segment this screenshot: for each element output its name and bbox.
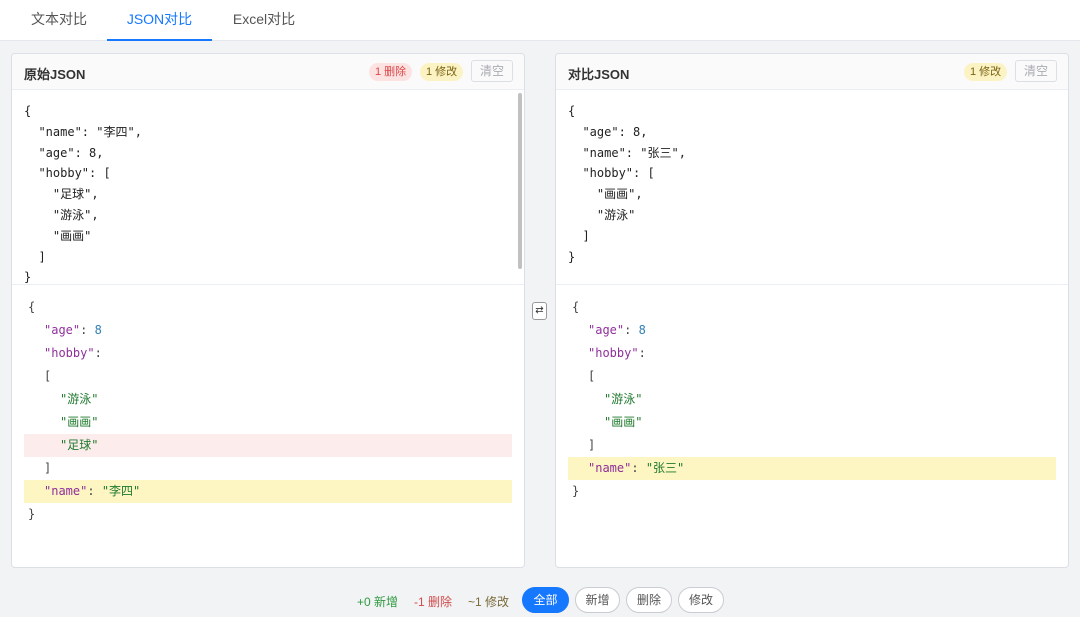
tab-excel-compare[interactable]: Excel对比	[216, 0, 312, 41]
diff-token: [	[44, 369, 52, 383]
editor-scrollbar[interactable]	[518, 93, 522, 269]
diff-line: ]	[24, 457, 512, 480]
diff-line-content: {	[24, 300, 35, 314]
diff-token: "游泳"	[604, 392, 643, 406]
diff-line: "画画"	[568, 411, 1056, 434]
modified-count: ~1 修改	[468, 595, 510, 609]
json-editor[interactable]: { "age": 8, "name": "张三", "hobby": [ "画画…	[556, 90, 1068, 285]
diff-line: "hobby":	[568, 342, 1056, 365]
diff-token: ]	[588, 438, 596, 452]
diff-line: "画画"	[24, 411, 512, 434]
panel-header: 原始JSON 1 删除 1 修改 清空	[12, 54, 524, 90]
diff-line-content: {	[568, 300, 579, 314]
diff-line-content: "游泳"	[568, 392, 642, 406]
diff-line-content: "name": "张三"	[568, 461, 684, 475]
filter-added-button[interactable]: 新增	[575, 587, 620, 613]
clear-button[interactable]: 清空	[471, 60, 514, 82]
diff-line: "hobby":	[24, 342, 512, 365]
filter-all-button[interactable]: 全部	[522, 587, 569, 613]
original-json-panel: 原始JSON 1 删除 1 修改 清空 { "name": "李四", "age…	[11, 53, 525, 568]
diff-line-content: "age": 8	[24, 323, 102, 337]
diff-line-content: "age": 8	[568, 323, 646, 337]
diff-line-content: }	[24, 507, 35, 521]
diff-line: "游泳"	[568, 388, 1056, 411]
modify-count-badge: 1 修改	[420, 63, 464, 81]
diff-token: }	[28, 507, 36, 521]
diff-token: :	[80, 323, 95, 337]
diff-line: [	[24, 365, 512, 388]
diff-token: {	[28, 300, 36, 314]
diff-token: :	[87, 484, 102, 498]
diff-line-content: "name": "李四"	[24, 484, 140, 498]
diff-line: {	[568, 296, 1056, 319]
diff-line-content: "游泳"	[24, 392, 98, 406]
diff-token: "hobby"	[44, 346, 95, 360]
diff-token: "age"	[44, 323, 81, 337]
diff-token: "张三"	[645, 461, 685, 475]
filter-deleted-button[interactable]: 删除	[626, 587, 672, 613]
modify-count-badge: 1 修改	[964, 63, 1008, 81]
diff-token: 8	[638, 323, 646, 337]
diff-token: [	[588, 369, 596, 383]
diff-token: "游泳"	[60, 392, 99, 406]
diff-line: "age": 8	[568, 319, 1056, 342]
compare-json-panel: 对比JSON 1 修改 清空 { "age": 8, "name": "张三",…	[555, 53, 1069, 568]
diff-line-content: [	[24, 369, 51, 383]
diff-token: "name"	[588, 461, 632, 475]
diff-line: }	[568, 480, 1056, 503]
diff-token: }	[572, 484, 580, 498]
diff-token: "name"	[44, 484, 88, 498]
diff-line-content: "画画"	[568, 415, 642, 429]
diff-token: "画画"	[604, 415, 643, 429]
diff-token: "李四"	[101, 484, 141, 498]
diff-line-deleted: "足球"	[24, 434, 512, 457]
diff-line-modified: "name": "李四"	[24, 480, 512, 503]
diff-line-content: "hobby":	[24, 346, 102, 360]
diff-line-content: ]	[24, 461, 51, 475]
diff-line-content: ]	[568, 438, 595, 452]
diff-token: :	[631, 461, 646, 475]
tab-bar: 文本对比 JSON对比 Excel对比	[0, 0, 1080, 41]
diff-line: "age": 8	[24, 319, 512, 342]
diff-line-content: }	[568, 484, 579, 498]
editor-content[interactable]: { "name": "李四", "age": 8, "hobby": [ "足球…	[24, 101, 142, 284]
diff-token: {	[572, 300, 580, 314]
diff-line-content: "hobby":	[568, 346, 646, 360]
diff-token: "足球"	[60, 438, 99, 452]
json-editor[interactable]: { "name": "李四", "age": 8, "hobby": [ "足球…	[12, 90, 524, 285]
diff-line-content: "足球"	[24, 438, 98, 452]
diff-line: {	[24, 296, 512, 319]
diff-token: "hobby"	[588, 346, 639, 360]
panel-title: 原始JSON	[24, 67, 86, 82]
diff-token: ]	[44, 461, 52, 475]
tab-text-compare[interactable]: 文本对比	[15, 0, 103, 41]
panel-title: 对比JSON	[568, 67, 630, 82]
deleted-count: -1 删除	[414, 595, 453, 609]
panel-header: 对比JSON 1 修改 清空	[556, 54, 1068, 90]
delete-count-badge: 1 删除	[369, 63, 413, 81]
diff-token: 8	[94, 323, 102, 337]
editor-content[interactable]: { "age": 8, "name": "张三", "hobby": [ "画画…	[568, 101, 686, 267]
diff-line-content: "画画"	[24, 415, 98, 429]
tab-json-compare[interactable]: JSON对比	[107, 0, 212, 41]
swap-icon[interactable]: ⇄	[532, 302, 547, 320]
diff-line: "游泳"	[24, 388, 512, 411]
diff-line: }	[24, 503, 512, 526]
diff-token: :	[638, 346, 646, 360]
diff-token: "画画"	[60, 415, 99, 429]
diff-token: :	[94, 346, 102, 360]
diff-line-content: [	[568, 369, 595, 383]
diff-line-modified: "name": "张三"	[568, 457, 1056, 480]
diff-token: :	[624, 323, 639, 337]
diff-line: ]	[568, 434, 1056, 457]
diff-token: "age"	[588, 323, 625, 337]
filter-modified-button[interactable]: 修改	[678, 587, 724, 613]
clear-button[interactable]: 清空	[1015, 60, 1058, 82]
diff-view: { "age": 8 "hobby": [ "游泳" "画画" "足球"] "name": "…	[12, 286, 524, 567]
diff-line: [	[568, 365, 1056, 388]
added-count: +0 新增	[357, 595, 399, 609]
diff-view: { "age": 8 "hobby": [ "游泳" "画画"] "name": "张三"}	[556, 286, 1068, 567]
